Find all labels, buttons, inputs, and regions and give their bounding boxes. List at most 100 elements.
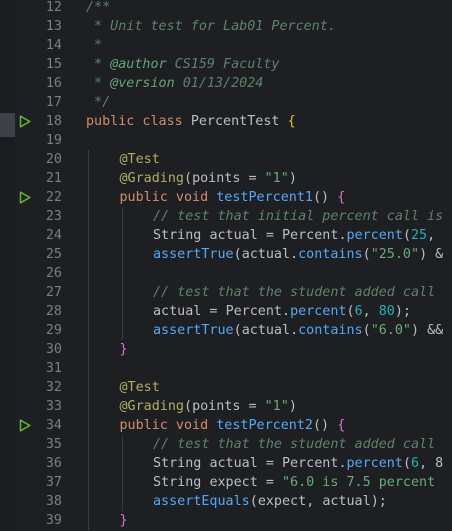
code-line[interactable]: 18 public class PercentTest { <box>0 112 452 131</box>
code-token: ) & <box>419 247 444 262</box>
code-token: = <box>240 399 265 414</box>
code-token: 6 <box>411 456 420 471</box>
indent-guide <box>121 492 123 511</box>
code-token: @Grading <box>119 399 185 414</box>
code-token: = <box>257 475 282 490</box>
code-line[interactable]: 28 actual = Percent.percent(6, 80); <box>0 302 452 321</box>
code-token: = <box>257 228 282 243</box>
code-token: , <box>427 228 436 243</box>
line-number: 31 <box>45 361 62 376</box>
indent-guide <box>121 245 123 264</box>
code-line[interactable]: 39} <box>0 511 452 530</box>
code-line[interactable]: 16 * @version 01/13/2024 <box>0 74 452 93</box>
code-token: */ <box>86 95 111 110</box>
code-line[interactable]: 38 assertEquals(expect, actual); <box>0 492 452 511</box>
code-text: } <box>120 340 128 359</box>
code-line[interactable]: 26 <box>0 264 452 283</box>
code-token: @Test <box>119 152 160 167</box>
line-number: 37 <box>45 475 62 490</box>
code-token: . <box>338 456 347 471</box>
code-text: assertTrue(actual.contains("6.0") && <box>153 321 443 340</box>
code-token: public class <box>86 114 191 129</box>
indent-guide <box>88 207 89 226</box>
code-line[interactable]: 33 @Grading(points = "1") <box>0 397 452 416</box>
code-token: * Unit test for Lab01 Percent. <box>86 19 336 34</box>
code-line[interactable]: 24 String actual = Percent.percent(25, <box>0 226 452 245</box>
code-line[interactable]: 35 // test that the student added call <box>0 435 452 454</box>
code-token: } <box>119 513 128 528</box>
code-line[interactable]: 30} <box>0 340 452 359</box>
code-token: * <box>86 57 111 72</box>
code-line[interactable]: 17 */ <box>0 93 452 112</box>
code-token: ) && <box>411 323 444 338</box>
code-line[interactable]: 29 assertTrue(actual.contains("6.0") && <box>0 321 452 340</box>
code-token: ( <box>233 323 242 338</box>
indent-guide <box>88 492 89 511</box>
code-text: public void testPercent2() { <box>120 416 346 435</box>
code-line[interactable]: 25 assertTrue(actual.contains("25.0") & <box>0 245 452 264</box>
code-token: // test that initial percent call is <box>153 209 444 224</box>
code-token: "6.0 is 7.5 percent <box>282 475 436 490</box>
indent-guide <box>88 435 89 454</box>
code-line[interactable]: 14 * <box>0 36 452 55</box>
code-token: ( <box>184 171 193 186</box>
code-token: actual <box>241 323 291 338</box>
line-number: 26 <box>45 266 62 281</box>
code-token: Percent <box>225 304 282 319</box>
indent-guide <box>88 378 89 397</box>
code-token: , <box>306 494 323 509</box>
code-text: // test that the student added call <box>153 283 435 302</box>
line-number: 22 <box>45 190 62 205</box>
indent-guide <box>121 454 123 473</box>
code-token: contains <box>298 247 363 262</box>
code-text: public class PercentTest { <box>86 112 296 131</box>
code-line[interactable]: 34 public void testPercent2() { <box>0 416 452 435</box>
code-line[interactable]: 15 * @author CS159 Faculty <box>0 55 452 74</box>
code-text: String actual = Percent.percent(6, 8 <box>153 454 443 473</box>
code-line[interactable]: 32 @Test <box>0 378 452 397</box>
code-token: . <box>290 247 299 262</box>
line-number: 38 <box>45 494 62 509</box>
code-line[interactable]: 12 /** <box>0 0 452 17</box>
indent-guide <box>88 188 89 207</box>
code-editor[interactable]: 12/** 13 * Unit test for Lab01 Percent. 14… <box>0 0 452 531</box>
code-token: assertEquals <box>153 494 250 509</box>
code-token: ( <box>362 323 371 338</box>
code-line[interactable]: 19 <box>0 131 452 150</box>
code-token: public void <box>119 190 217 205</box>
code-token: ( <box>233 247 242 262</box>
code-text: actual = Percent.percent(6, 80); <box>153 302 411 321</box>
indent-guide <box>121 283 123 302</box>
code-token: { <box>337 418 346 433</box>
indent-guide <box>121 264 123 283</box>
line-number: 21 <box>45 171 62 186</box>
indent-guide <box>121 321 123 340</box>
code-token: * <box>86 38 103 53</box>
code-line[interactable]: 23 // test that initial percent call is <box>0 207 452 226</box>
line-number: 28 <box>45 304 62 319</box>
line-number: 33 <box>45 399 62 414</box>
code-token: = <box>240 171 265 186</box>
code-token: ( <box>346 304 355 319</box>
code-token: PercentTest <box>190 114 288 129</box>
code-line[interactable]: 20 @Test <box>0 150 452 169</box>
code-line[interactable]: 21 @Grading(points = "1") <box>0 169 452 188</box>
indent-guide <box>88 321 89 340</box>
code-token: @Grading <box>119 171 185 186</box>
code-token: @Test <box>119 380 160 395</box>
code-line[interactable]: 36 String actual = Percent.percent(6, 8 <box>0 454 452 473</box>
indent-guide <box>88 169 89 188</box>
code-token: ) <box>288 171 297 186</box>
code-token: 80 <box>378 304 395 319</box>
code-token: ); <box>394 304 411 319</box>
code-line[interactable]: 31 <box>0 359 452 378</box>
code-line[interactable]: 22 public void testPercent1() { <box>0 188 452 207</box>
code-token: . <box>338 228 347 243</box>
code-text: // test that initial percent call is <box>153 207 443 226</box>
code-text: * <box>86 36 102 55</box>
code-line[interactable]: 13 * Unit test for Lab01 Percent. <box>0 17 452 36</box>
code-line[interactable]: 27 // test that the student added call <box>0 283 452 302</box>
code-token: points <box>192 399 241 414</box>
indent-guide <box>88 226 89 245</box>
code-line[interactable]: 37 String expect = "6.0 is 7.5 percent <box>0 473 452 492</box>
